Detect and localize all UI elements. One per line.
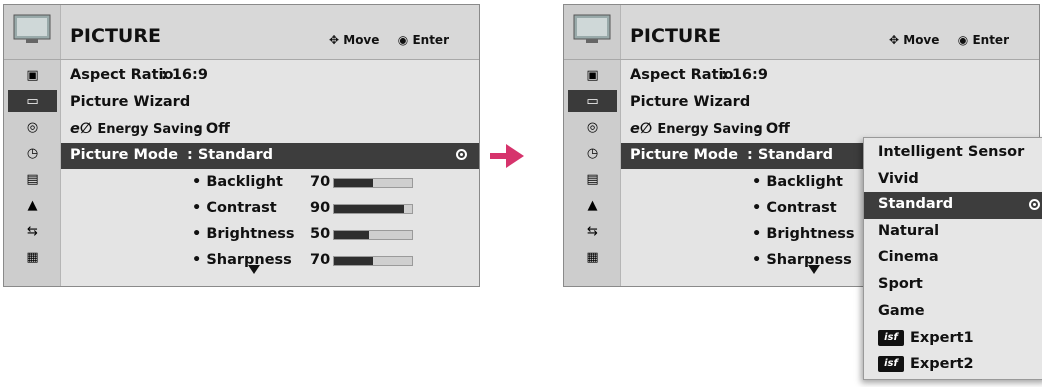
isf-logo-icon: isf bbox=[878, 356, 904, 372]
time-icon: ◷ bbox=[586, 145, 599, 161]
tv-icon bbox=[4, 5, 61, 59]
eco-icon: e∅ bbox=[630, 121, 653, 137]
option-expert1[interactable]: isf Expert1 bbox=[864, 326, 1042, 353]
lock-icon: ▲ bbox=[587, 197, 598, 213]
picture-icon: ▣ bbox=[586, 67, 599, 83]
tv-small-icon: ▭ bbox=[26, 93, 39, 109]
sidebar-item-picture-active[interactable]: ▭ bbox=[8, 90, 57, 112]
option-intelligent-sensor[interactable]: Intelligent Sensor bbox=[864, 140, 1042, 167]
contrast-row[interactable]: • Contrast 90 bbox=[61, 196, 479, 222]
sidebar-item-lock[interactable]: ▲ bbox=[8, 194, 57, 216]
option-standard[interactable]: Standard bbox=[864, 192, 1042, 219]
picture-menu-before: PICTURE ✥ Move ◉ Enter ▣ ▭ ◎ ◷ ▤ ▲ ⇆ ▦ A… bbox=[3, 4, 480, 287]
brightness-bar[interactable] bbox=[333, 230, 413, 240]
usb-icon: ▦ bbox=[26, 249, 39, 265]
audio-icon: ◎ bbox=[586, 119, 599, 135]
sidebar-item-usb[interactable]: ▦ bbox=[8, 246, 57, 268]
option-icon: ▤ bbox=[26, 171, 39, 187]
nav-help: ✥ Move ◉ Enter bbox=[329, 33, 449, 47]
sidebar: ▣ ▭ ◎ ◷ ▤ ▲ ⇆ ▦ bbox=[4, 60, 61, 286]
option-icon: ▤ bbox=[586, 171, 599, 187]
move-icon: ✥ bbox=[889, 33, 900, 47]
picture-mode-row[interactable]: Picture Mode : Standard bbox=[61, 143, 479, 169]
eco-icon: e∅ bbox=[70, 121, 93, 137]
lock-icon: ▲ bbox=[27, 197, 38, 213]
menu-header: PICTURE ✥ Move ◉ Enter bbox=[564, 5, 1039, 60]
time-icon: ◷ bbox=[26, 145, 39, 161]
enter-icon: ◉ bbox=[397, 33, 409, 47]
sidebar-item-picture[interactable]: ▣ bbox=[568, 64, 617, 86]
selected-radio-icon bbox=[456, 149, 467, 160]
nav-help: ✥ Move ◉ Enter bbox=[889, 33, 1009, 47]
menu-rows: Aspect Ratio : 16:9 Picture Wizard e∅ En… bbox=[61, 60, 479, 286]
option-sport[interactable]: Sport bbox=[864, 272, 1042, 299]
sidebar-item-time[interactable]: ◷ bbox=[8, 142, 57, 164]
usb-icon: ▦ bbox=[586, 249, 599, 265]
energy-saving-row[interactable]: e∅ Energy Saving : Off bbox=[61, 117, 479, 143]
tv-small-icon: ▭ bbox=[586, 93, 599, 109]
sidebar-item-time[interactable]: ◷ bbox=[568, 142, 617, 164]
isf-logo-icon: isf bbox=[878, 330, 904, 346]
backlight-bar[interactable] bbox=[333, 178, 413, 188]
move-icon: ✥ bbox=[329, 33, 340, 47]
page-title: PICTURE bbox=[70, 25, 161, 47]
sharpness-row[interactable]: • Sharpness 70 bbox=[61, 248, 479, 274]
transition-arrow-icon bbox=[490, 144, 524, 172]
sidebar-item-lock[interactable]: ▲ bbox=[568, 194, 617, 216]
sidebar-item-audio[interactable]: ◎ bbox=[8, 116, 57, 138]
sidebar-item-audio[interactable]: ◎ bbox=[568, 116, 617, 138]
sidebar-item-usb[interactable]: ▦ bbox=[568, 246, 617, 268]
picture-icon: ▣ bbox=[26, 67, 39, 83]
option-expert2[interactable]: isf Expert2 bbox=[864, 352, 1042, 379]
sidebar-item-option[interactable]: ▤ bbox=[568, 168, 617, 190]
selected-radio-icon bbox=[1029, 199, 1040, 210]
scroll-down-icon[interactable] bbox=[808, 265, 820, 274]
aspect-ratio-row[interactable]: Aspect Ratio : 16:9 bbox=[61, 63, 479, 89]
backlight-row[interactable]: • Backlight 70 bbox=[61, 170, 479, 196]
sidebar: ▣ ▭ ◎ ◷ ▤ ▲ ⇆ ▦ bbox=[564, 60, 621, 286]
picture-mode-dropdown: Intelligent Sensor Vivid Standard Natura… bbox=[863, 137, 1042, 380]
sidebar-item-picture[interactable]: ▣ bbox=[8, 64, 57, 86]
contrast-bar[interactable] bbox=[333, 204, 413, 214]
sidebar-item-option[interactable]: ▤ bbox=[8, 168, 57, 190]
picture-wizard-row[interactable]: Picture Wizard bbox=[61, 90, 479, 116]
input-icon: ⇆ bbox=[587, 223, 598, 239]
aspect-ratio-row[interactable]: Aspect Ratio : 16:9 bbox=[621, 63, 1039, 89]
picture-wizard-row[interactable]: Picture Wizard bbox=[621, 90, 1039, 116]
option-vivid[interactable]: Vivid bbox=[864, 167, 1042, 194]
input-icon: ⇆ bbox=[27, 223, 38, 239]
page-title: PICTURE bbox=[630, 25, 721, 47]
enter-icon: ◉ bbox=[957, 33, 969, 47]
brightness-row[interactable]: • Brightness 50 bbox=[61, 222, 479, 248]
sidebar-item-input[interactable]: ⇆ bbox=[8, 220, 57, 242]
sidebar-item-picture-active[interactable]: ▭ bbox=[568, 90, 617, 112]
scroll-down-icon[interactable] bbox=[248, 265, 260, 274]
tv-icon bbox=[564, 5, 621, 59]
option-game[interactable]: Game bbox=[864, 299, 1042, 326]
menu-header: PICTURE ✥ Move ◉ Enter bbox=[4, 5, 479, 60]
option-natural[interactable]: Natural bbox=[864, 219, 1042, 246]
option-cinema[interactable]: Cinema bbox=[864, 245, 1042, 272]
audio-icon: ◎ bbox=[26, 119, 39, 135]
sidebar-item-input[interactable]: ⇆ bbox=[568, 220, 617, 242]
sharpness-bar[interactable] bbox=[333, 256, 413, 266]
